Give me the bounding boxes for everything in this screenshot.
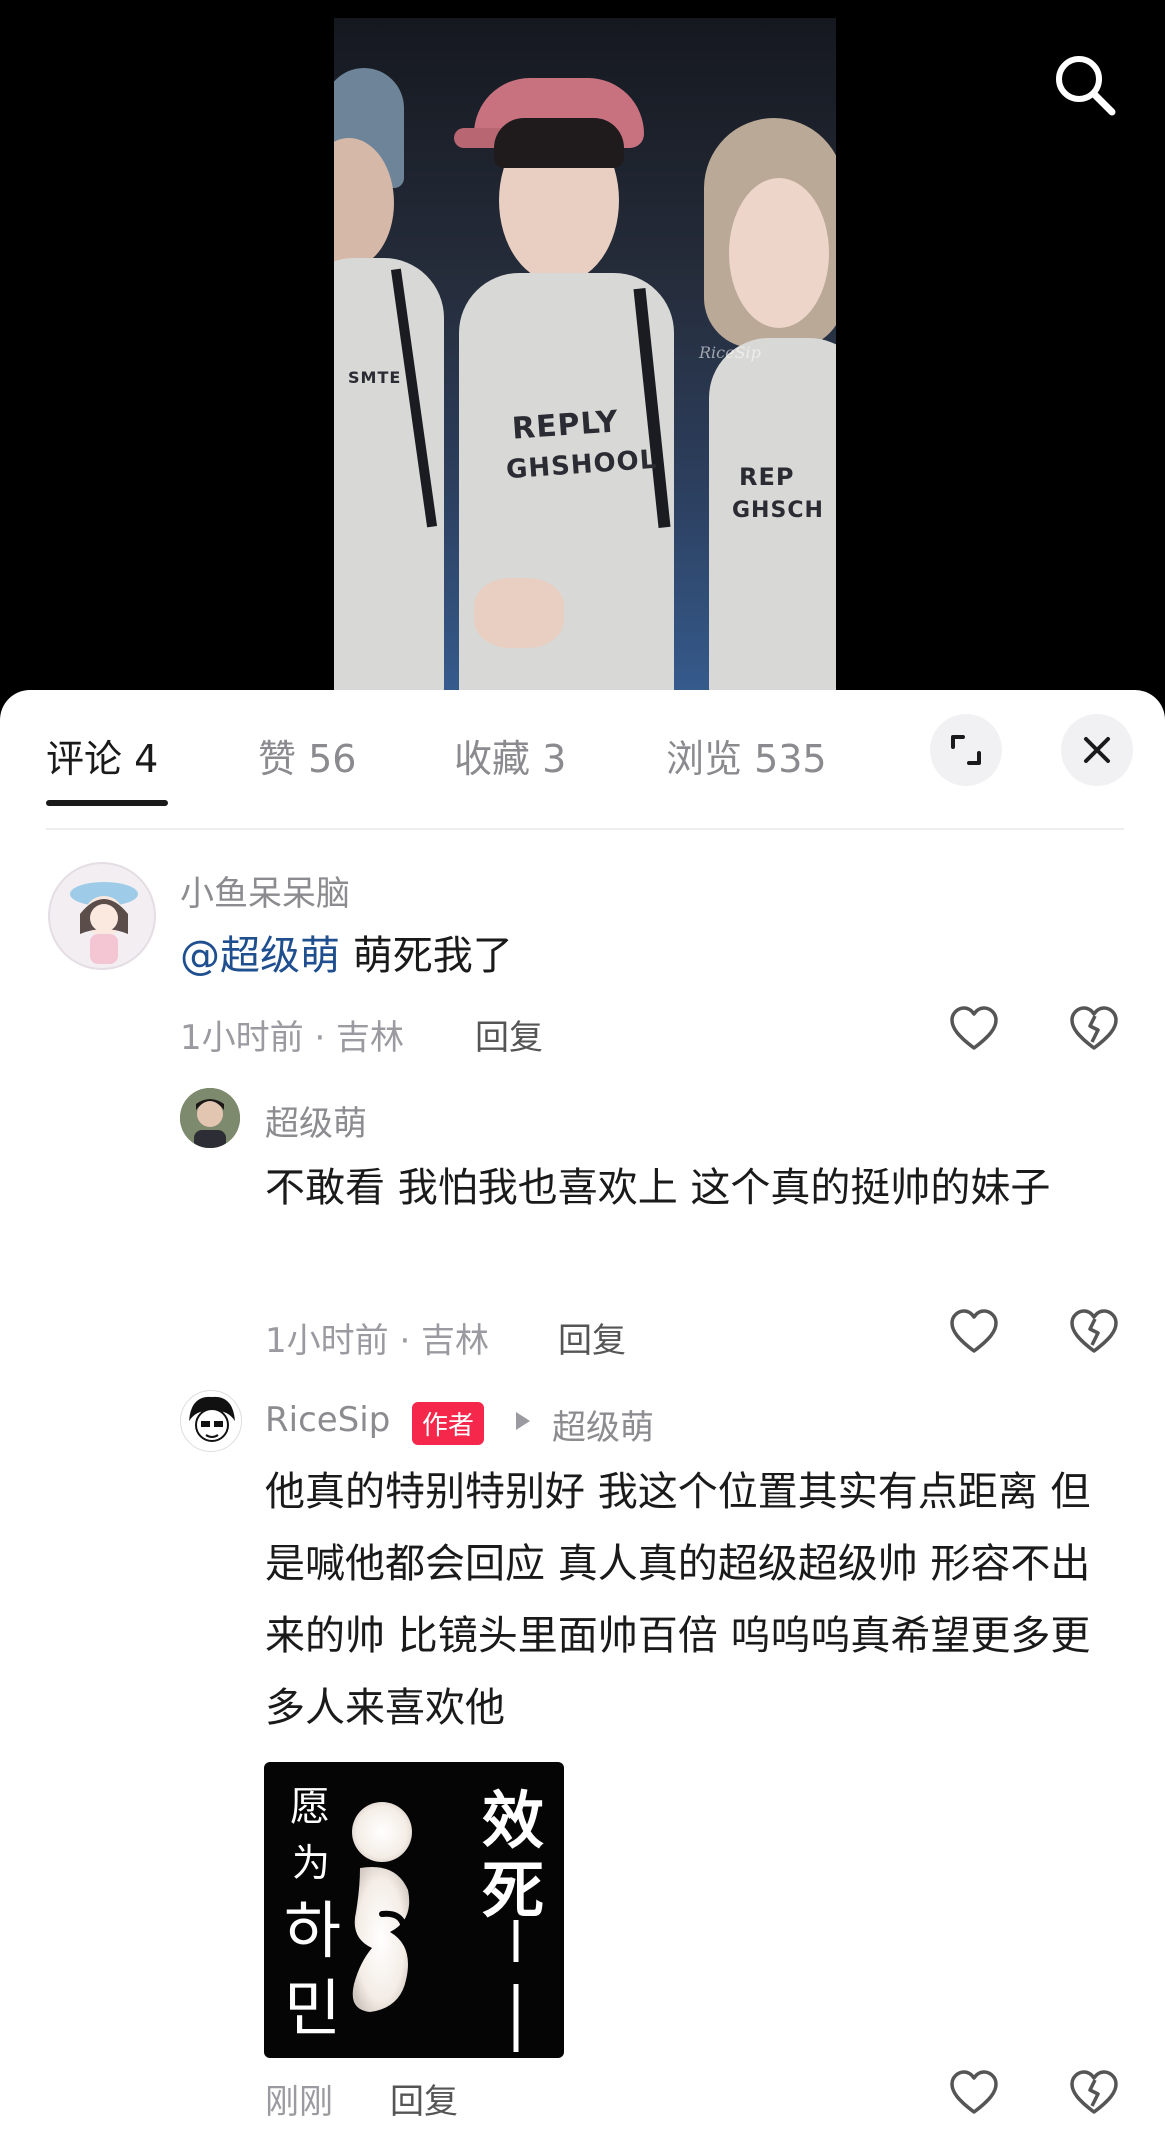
dislike-broken-heart-icon xyxy=(1070,2070,1118,2114)
comment-username[interactable]: 小鱼呆呆脑 xyxy=(180,866,350,915)
tab-likes[interactable]: 赞 56 xyxy=(258,728,356,783)
expand-icon xyxy=(951,735,981,765)
dislike-button[interactable] xyxy=(1068,1004,1120,1056)
active-tab-indicator xyxy=(46,800,168,806)
comment-meta: 刚刚 xyxy=(265,2082,333,2122)
reply-button[interactable]: 回复 xyxy=(390,2074,458,2123)
like-button[interactable] xyxy=(948,2068,1000,2120)
kneeling-figure-icon xyxy=(352,1802,519,2052)
avatar[interactable] xyxy=(48,862,156,970)
photo-watermark: RiceSip xyxy=(699,343,761,362)
reply-button[interactable]: 回复 xyxy=(558,1313,626,1362)
comment-username[interactable]: RiceSip xyxy=(265,1400,390,1440)
reply-to-username[interactable]: 超级萌 xyxy=(552,1400,654,1449)
shirt-print: SMTE xyxy=(348,368,402,387)
search-icon xyxy=(1056,56,1116,116)
mention-link[interactable]: @超级萌 xyxy=(180,933,340,979)
hands xyxy=(474,578,564,648)
dislike-button[interactable] xyxy=(1068,1307,1120,1359)
divider xyxy=(46,828,1124,830)
expand-button[interactable] xyxy=(930,714,1002,786)
close-icon xyxy=(1084,737,1110,763)
comment-meta: 1小时前 · 吉林 xyxy=(180,1018,405,1058)
like-heart-icon xyxy=(950,2070,998,2114)
like-button[interactable] xyxy=(948,1004,1000,1056)
tab-comments[interactable]: 评论 4 xyxy=(46,728,158,783)
close-button[interactable] xyxy=(1061,714,1133,786)
like-heart-icon xyxy=(950,1309,998,1353)
tab-bar: 评论 4 赞 56 收藏 3 浏览 535 xyxy=(0,690,1165,808)
comment-body: 萌死我了 xyxy=(340,933,513,979)
avatar-cartoon-icon xyxy=(189,1396,235,1442)
avatar[interactable] xyxy=(180,1390,242,1452)
dislike-broken-heart-icon xyxy=(1070,1309,1118,1353)
comment-text: 他真的特别特别好 我这个位置其实有点距离 但是喊他都会回应 真人真的超级超级帅 … xyxy=(265,1469,1091,1731)
avatar-photo-icon xyxy=(180,1088,240,1148)
search-button[interactable] xyxy=(1050,50,1120,120)
tab-favorites[interactable]: 收藏 3 xyxy=(454,728,566,783)
post-photo[interactable]: SMTE REPLY GHSHOOL REP GHSCH RiceSip xyxy=(334,18,836,690)
dislike-button[interactable] xyxy=(1068,2068,1120,2120)
comment-text: @超级萌 萌死我了 xyxy=(180,920,1080,992)
hair-middle xyxy=(494,118,624,168)
comment-meta: 1小时前 · 吉林 xyxy=(265,1321,490,1361)
dislike-broken-heart-icon xyxy=(1070,1006,1118,1050)
tab-views[interactable]: 浏览 535 xyxy=(666,728,827,783)
comment-text: 不敢看 我怕我也喜欢上 这个真的挺帅的妹子 xyxy=(265,1165,1051,1211)
like-button[interactable] xyxy=(948,1307,1000,1359)
head-right xyxy=(729,178,829,328)
author-badge: 作者 xyxy=(412,1402,485,1445)
reply-button[interactable]: 回复 xyxy=(475,1010,543,1059)
media-viewer: SMTE REPLY GHSHOOL REP GHSCH RiceSip xyxy=(0,0,1165,700)
reply-to-arrow-icon xyxy=(516,1412,530,1430)
avatar-cartoon-icon xyxy=(70,882,138,964)
avatar[interactable] xyxy=(180,1088,240,1148)
comment-username[interactable]: 超级萌 xyxy=(265,1096,367,1145)
like-heart-icon xyxy=(950,1006,998,1050)
sticker-image[interactable]: 愿 为 하 민 效 死 xyxy=(264,1762,564,2058)
